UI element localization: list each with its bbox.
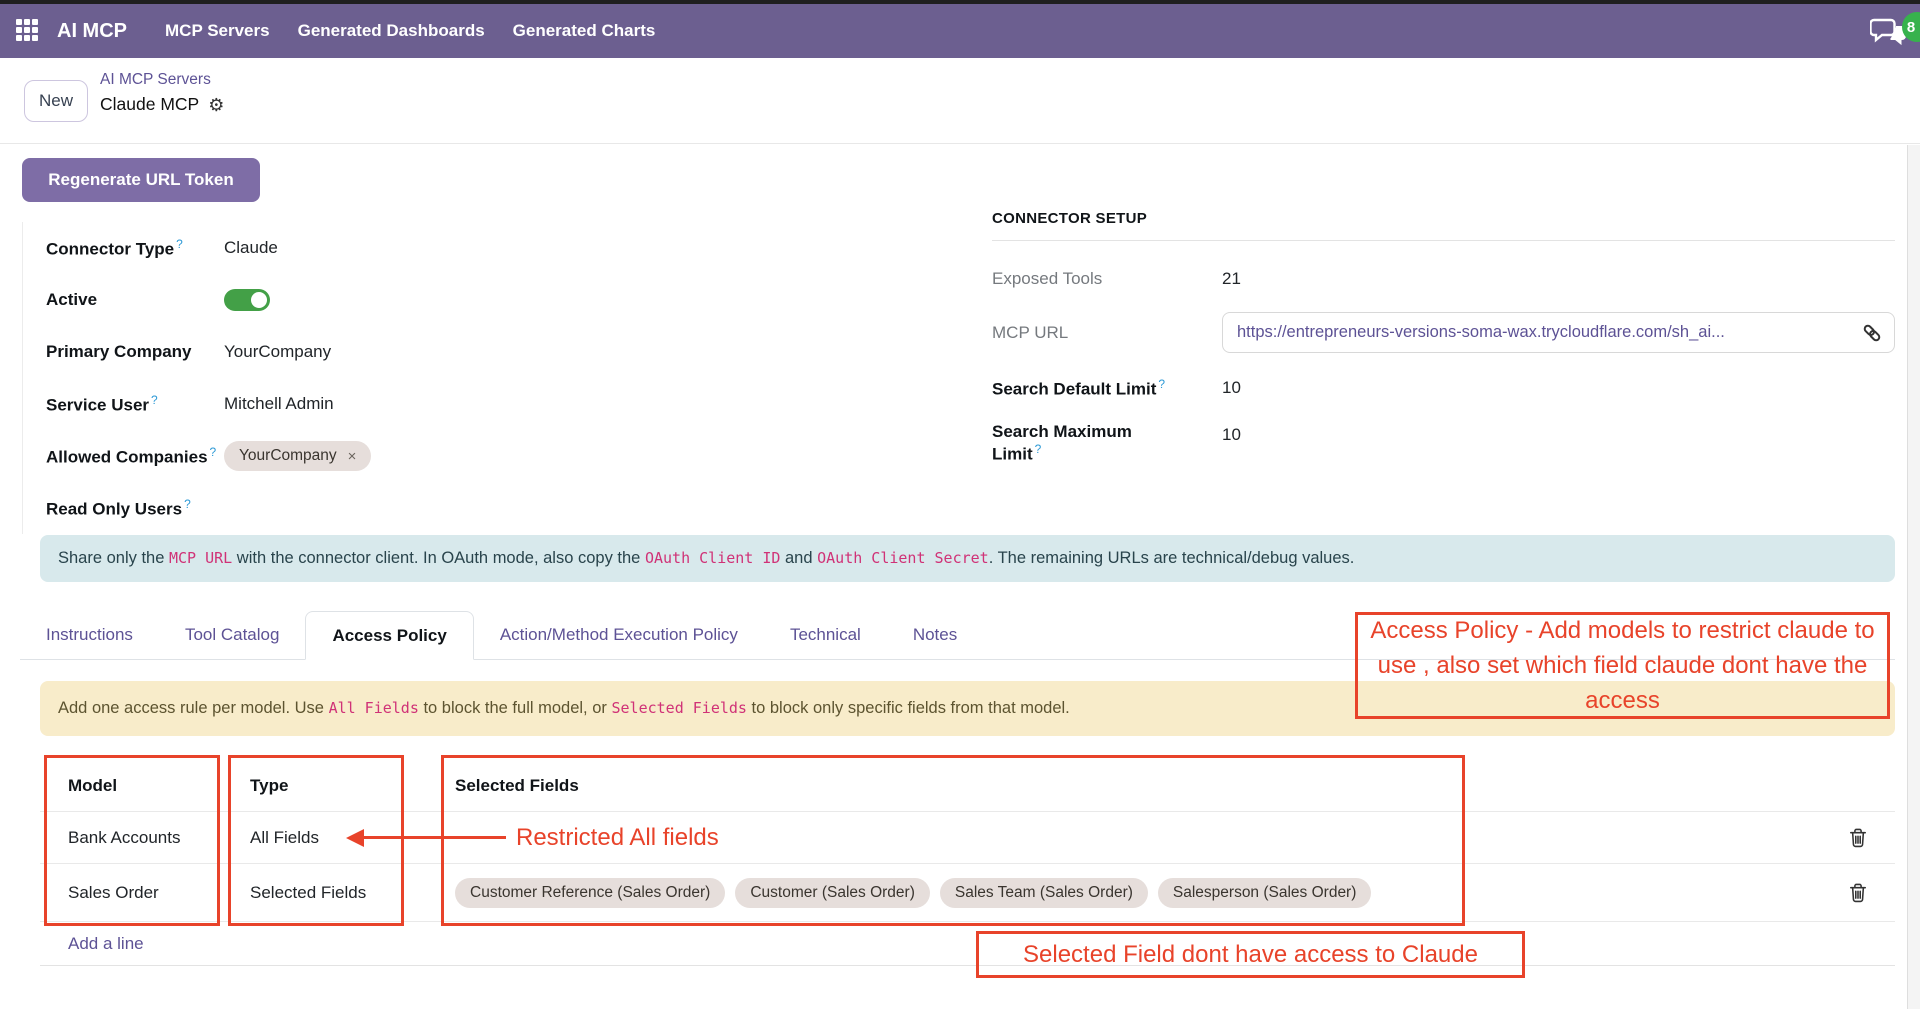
mcp-url-value[interactable]: https://entrepreneurs-versions-soma-wax.… — [1237, 323, 1852, 342]
field-allowed-companies: Allowed Companies? YourCompany × — [23, 430, 962, 482]
nav-mcp-servers[interactable]: MCP Servers — [151, 21, 284, 41]
read-only-users-label: Read Only Users — [46, 499, 182, 518]
add-line-row: Add a line — [40, 922, 1895, 966]
tag-remove-icon[interactable]: × — [348, 448, 357, 465]
column-header-model[interactable]: Model — [40, 776, 225, 796]
connector-setup-title: CONNECTOR SETUP — [992, 210, 1895, 241]
access-policy-table: Model Type Selected Fields Bank Accounts… — [40, 760, 1895, 966]
search-default-limit-value[interactable]: 10 — [1222, 378, 1241, 398]
tab-notes[interactable]: Notes — [887, 611, 983, 659]
help-icon: ? — [210, 445, 217, 459]
add-a-line-link[interactable]: Add a line — [40, 934, 144, 954]
active-label: Active — [46, 290, 97, 309]
field-mcp-url: MCP URL https://entrepreneurs-versions-s… — [992, 312, 1895, 353]
mcp-url-label: MCP URL — [992, 323, 1222, 343]
field-read-only-users: Read Only Users? — [23, 482, 962, 534]
app-brand[interactable]: AI MCP — [57, 20, 127, 43]
code-selected-fields: Selected Fields — [611, 699, 746, 717]
connector-type-value[interactable]: Claude — [224, 238, 278, 258]
warning-alert: Add one access rule per model. Use All F… — [40, 681, 1895, 736]
apps-grid-icon[interactable] — [16, 19, 41, 44]
search-default-limit-label: Search Default Limit — [992, 380, 1156, 399]
field-exposed-tools: Exposed Tools 21 — [992, 269, 1895, 289]
field-active: Active — [23, 274, 962, 326]
cell-model[interactable]: Sales Order — [40, 883, 225, 903]
info-alert: Share only the MCP URL with the connecto… — [40, 535, 1895, 582]
active-toggle[interactable] — [224, 289, 270, 311]
breadcrumb-parent-link[interactable]: AI MCP Servers — [100, 71, 224, 89]
table-row: Sales Order Selected Fields Customer Ref… — [40, 864, 1895, 922]
code-oauth-client-id: OAuth Client ID — [645, 549, 780, 567]
connector-form-left: Connector Type? Claude Active Primary Co… — [22, 222, 962, 534]
exposed-tools-label: Exposed Tools — [992, 269, 1222, 289]
field-tag[interactable]: Customer (Sales Order) — [735, 878, 930, 908]
service-user-label: Service User — [46, 395, 149, 414]
allowed-company-tag[interactable]: YourCompany × — [224, 441, 371, 471]
connector-setup-section: CONNECTOR SETUP Exposed Tools 21 MCP URL… — [992, 210, 1895, 464]
delete-row-button[interactable] — [1845, 879, 1871, 907]
tab-instructions[interactable]: Instructions — [20, 611, 159, 659]
tab-technical[interactable]: Technical — [764, 611, 887, 659]
column-header-type[interactable]: Type — [225, 776, 440, 796]
cell-selected-fields[interactable]: Customer Reference (Sales Order) Custome… — [440, 878, 1820, 908]
code-all-fields: All Fields — [329, 699, 419, 717]
field-search-maximum-limit: Search Maximum Limit? 10 — [992, 422, 1895, 465]
notebook-tabs: Instructions Tool Catalog Access Policy … — [20, 611, 1895, 660]
field-connector-type: Connector Type? Claude — [23, 222, 962, 274]
mcp-url-input[interactable]: https://entrepreneurs-versions-soma-wax.… — [1222, 312, 1895, 353]
messages-icon[interactable]: 8 — [1870, 17, 1910, 49]
help-icon: ? — [151, 393, 158, 407]
help-icon: ? — [176, 237, 183, 251]
tag-label: YourCompany — [239, 447, 337, 465]
info-text: Share only the — [58, 549, 169, 567]
table-header-row: Model Type Selected Fields — [40, 760, 1895, 812]
field-tag[interactable]: Salesperson (Sales Order) — [1158, 878, 1372, 908]
column-header-selected-fields[interactable]: Selected Fields — [440, 776, 1820, 796]
delete-row-button[interactable] — [1845, 824, 1871, 852]
tab-access-policy[interactable]: Access Policy — [305, 611, 473, 660]
help-icon: ? — [184, 497, 191, 511]
nav-generated-dashboards[interactable]: Generated Dashboards — [284, 21, 499, 41]
code-mcp-url: MCP URL — [169, 549, 232, 567]
cell-type[interactable]: Selected Fields — [225, 883, 440, 903]
tab-action-method-execution-policy[interactable]: Action/Method Execution Policy — [474, 611, 764, 659]
primary-company-value[interactable]: YourCompany — [224, 342, 331, 362]
field-tag[interactable]: Customer Reference (Sales Order) — [455, 878, 725, 908]
help-icon: ? — [1035, 442, 1042, 456]
new-button[interactable]: New — [24, 80, 88, 122]
primary-company-label: Primary Company — [46, 342, 192, 361]
cell-type[interactable]: All Fields — [225, 828, 440, 848]
tab-tool-catalog[interactable]: Tool Catalog — [159, 611, 306, 659]
control-panel: New AI MCP Servers Claude MCP ⚙ — [0, 58, 1920, 144]
connector-type-label: Connector Type — [46, 239, 174, 258]
link-icon[interactable] — [1862, 323, 1882, 343]
record-title: Claude MCP — [100, 94, 199, 115]
regenerate-url-token-button[interactable]: Regenerate URL Token — [22, 158, 260, 202]
code-oauth-client-secret: OAuth Client Secret — [817, 549, 989, 567]
top-navbar: AI MCP MCP Servers Generated Dashboards … — [0, 0, 1920, 58]
vertical-scrollbar[interactable] — [1907, 145, 1920, 1009]
field-search-default-limit: Search Default Limit? 10 — [992, 377, 1895, 400]
field-primary-company: Primary Company YourCompany — [23, 326, 962, 378]
nav-generated-charts[interactable]: Generated Charts — [499, 21, 670, 41]
toggle-knob — [251, 292, 267, 308]
breadcrumb: AI MCP Servers Claude MCP ⚙ — [100, 71, 224, 115]
table-row: Bank Accounts All Fields — [40, 812, 1895, 864]
exposed-tools-value: 21 — [1222, 269, 1241, 289]
cell-model[interactable]: Bank Accounts — [40, 828, 225, 848]
help-icon: ? — [1158, 377, 1165, 391]
field-tag[interactable]: Sales Team (Sales Order) — [940, 878, 1148, 908]
gear-icon[interactable]: ⚙ — [208, 96, 224, 114]
allowed-companies-label: Allowed Companies — [46, 447, 208, 466]
service-user-value[interactable]: Mitchell Admin — [224, 394, 334, 414]
field-service-user: Service User? Mitchell Admin — [23, 378, 962, 430]
search-maximum-limit-value[interactable]: 10 — [1222, 425, 1241, 445]
warning-text: Add one access rule per model. Use — [58, 699, 329, 717]
search-maximum-limit-label: Search Maximum Limit — [992, 422, 1132, 464]
